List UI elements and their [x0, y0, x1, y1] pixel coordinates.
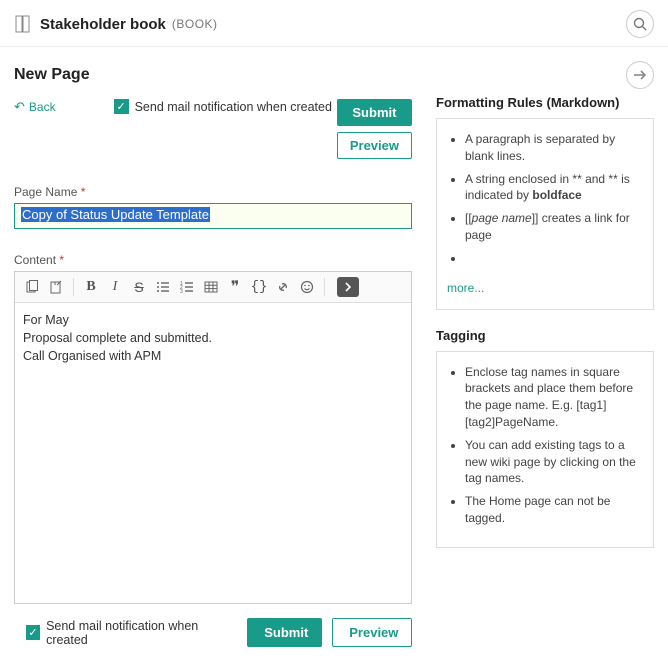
content-editor: B I S 123 ❞ {} For May Proposal complete… — [14, 271, 412, 604]
help-sidebar: Formatting Rules (Markdown) A paragraph … — [436, 93, 654, 647]
formatting-item: A paragraph is separated by blank lines. — [465, 131, 643, 165]
book-type: (BOOK) — [172, 17, 218, 31]
tagging-title: Tagging — [436, 328, 654, 343]
formatting-item — [465, 250, 643, 267]
tagging-item: Enclose tag names in square brackets and… — [465, 364, 643, 431]
preview-button-bottom[interactable]: Preview — [332, 618, 412, 647]
svg-text:3: 3 — [180, 289, 183, 294]
link-button[interactable] — [272, 276, 294, 298]
bold-button[interactable]: B — [80, 276, 102, 298]
page-name-value: Copy of Status Update Template — [21, 207, 210, 222]
formatting-item: [[page name]] creates a link for page — [465, 210, 643, 244]
formatting-item: A string enclosed in ** and ** is indica… — [465, 171, 643, 205]
formatting-title: Formatting Rules (Markdown) — [436, 95, 654, 110]
quote-button[interactable]: ❞ — [224, 276, 246, 298]
page-export-icon[interactable] — [45, 276, 67, 298]
notify-label-bottom: Send mail notification when created — [46, 619, 229, 647]
page-copy-icon[interactable] — [21, 276, 43, 298]
emoji-button[interactable] — [296, 276, 318, 298]
preview-button-top[interactable]: Preview — [337, 132, 412, 159]
notify-checkbox-bottom[interactable]: ✓ — [26, 625, 40, 640]
tagging-item: You can add existing tags to a new wiki … — [465, 437, 643, 487]
formatting-panel: A paragraph is separated by blank lines.… — [436, 118, 654, 310]
bullet-list-button[interactable] — [152, 276, 174, 298]
content-textarea[interactable]: For May Proposal complete and submitted.… — [15, 303, 411, 603]
content-label: Content * — [14, 253, 412, 267]
main-form: ↶ Back ✓ Send mail notification when cre… — [14, 93, 412, 647]
book-title: Stakeholder book — [40, 16, 166, 33]
number-list-button[interactable]: 123 — [176, 276, 198, 298]
collapse-button[interactable] — [626, 61, 654, 89]
table-button[interactable] — [200, 276, 222, 298]
tagging-item: The Home page can not be tagged. — [465, 493, 643, 527]
italic-button[interactable]: I — [104, 276, 126, 298]
notify-checkbox-top[interactable]: ✓ — [114, 99, 129, 114]
undo-icon: ↶ — [14, 99, 25, 115]
code-button[interactable]: {} — [248, 276, 270, 298]
search-button[interactable] — [626, 10, 654, 38]
back-link[interactable]: ↶ Back — [14, 99, 56, 115]
page-name-label: Page Name * — [14, 185, 412, 199]
notify-label-top: Send mail notification when created — [135, 100, 332, 114]
search-icon — [633, 17, 647, 31]
page-heading-row: New Page — [0, 47, 668, 93]
book-icon — [14, 14, 32, 34]
page-name-input[interactable]: Copy of Status Update Template — [14, 203, 412, 229]
submit-button-bottom[interactable]: Submit — [247, 618, 322, 647]
submit-button-top[interactable]: Submit — [337, 99, 412, 126]
more-link[interactable]: more... — [447, 281, 484, 295]
back-label: Back — [29, 100, 56, 114]
arrow-right-icon — [633, 69, 647, 81]
editor-toolbar: B I S 123 ❞ {} — [15, 272, 411, 303]
strike-button[interactable]: S — [128, 276, 150, 298]
page-heading: New Page — [14, 66, 90, 84]
expand-button[interactable] — [337, 277, 359, 297]
tagging-panel: Enclose tag names in square brackets and… — [436, 351, 654, 548]
app-header: Stakeholder book (BOOK) — [0, 0, 668, 47]
